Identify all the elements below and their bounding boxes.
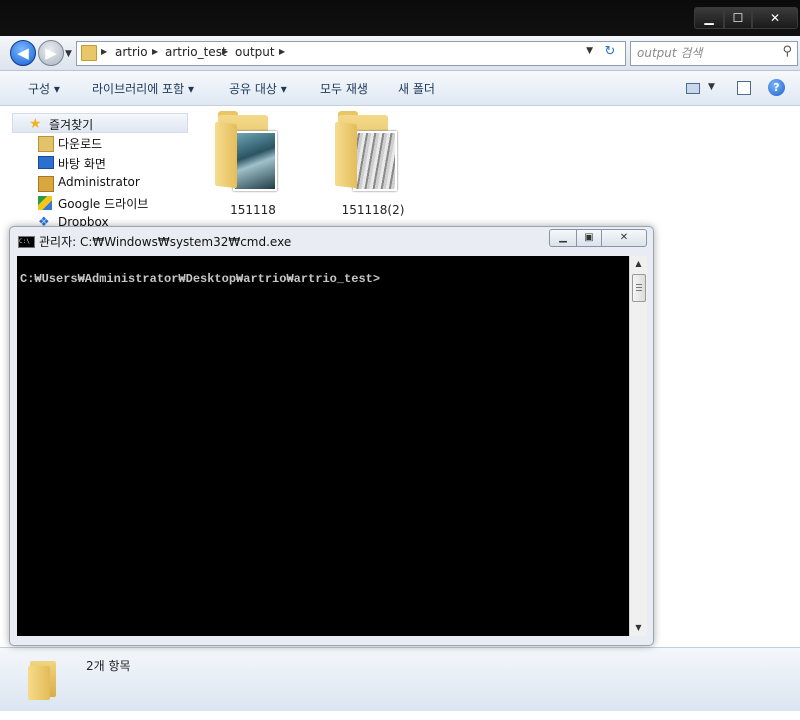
scroll-up-icon[interactable]: ▲ xyxy=(630,256,647,272)
breadcrumb-artrio[interactable]: artrio xyxy=(115,45,148,59)
nav-item-google-drive[interactable]: Google 드라이브 xyxy=(58,195,148,212)
chevron-right-icon[interactable]: ▶ xyxy=(222,47,228,56)
forward-button[interactable]: ▶ xyxy=(38,40,64,66)
breadcrumb-output[interactable]: output xyxy=(235,45,275,59)
folder-name[interactable]: 151118(2) xyxy=(328,203,418,217)
navigation-bar: ◀ ▶ ▼ ▶ artrio ▶ artrio_test ▶ output ▶ … xyxy=(0,36,800,71)
view-options-dropdown-icon[interactable]: ▼ xyxy=(708,82,715,92)
status-bar: 2개 항목 xyxy=(0,647,800,711)
refresh-icon[interactable]: ↻ xyxy=(599,44,621,62)
favorites-label: 즐겨찾기 xyxy=(49,118,94,132)
favorites-header[interactable]: ★ 즐겨찾기 xyxy=(12,113,188,133)
breadcrumb-artrio-test[interactable]: artrio_test xyxy=(165,45,227,59)
cmd-close-button[interactable]: ✕ xyxy=(601,229,647,247)
back-button[interactable]: ◀ xyxy=(10,40,36,66)
folder-name[interactable]: 151118 xyxy=(208,203,298,217)
scroll-down-icon[interactable]: ▼ xyxy=(630,620,647,636)
user-folder-icon xyxy=(38,176,54,192)
help-icon[interactable]: ? xyxy=(768,79,785,96)
chevron-right-icon[interactable]: ▶ xyxy=(279,47,285,56)
folder-thumbnail xyxy=(233,131,277,191)
command-bar: 구성 ▾ 라이브러리에 포함 ▾ 공유 대상 ▾ 모두 재생 새 폴더 ▼ ? xyxy=(0,71,800,106)
cmd-minimize-button[interactable]: ▁ xyxy=(549,229,577,247)
star-icon: ★ xyxy=(29,116,42,132)
folder-item[interactable] xyxy=(335,111,397,191)
minimize-button[interactable]: ▁ xyxy=(694,7,724,29)
google-drive-icon xyxy=(38,196,52,210)
maximize-button[interactable]: ☐ xyxy=(724,7,752,29)
downloads-icon xyxy=(38,136,54,152)
scroll-thumb[interactable] xyxy=(632,274,646,302)
chevron-right-icon[interactable]: ▶ xyxy=(101,47,107,56)
change-view-icon[interactable] xyxy=(686,83,700,94)
play-all-button[interactable]: 모두 재생 xyxy=(320,80,368,97)
folder-icon xyxy=(28,658,58,700)
search-box: ⚲ xyxy=(630,41,798,66)
window-controls: ▁ ☐ ✕ xyxy=(694,7,798,29)
share-with-menu[interactable]: 공유 대상 ▾ xyxy=(229,80,287,97)
include-in-library-menu[interactable]: 라이브러리에 포함 ▾ xyxy=(92,80,194,97)
chevron-right-icon[interactable]: ▶ xyxy=(152,47,158,56)
cmd-maximize-button[interactable]: ▣ xyxy=(576,229,602,247)
nav-item-downloads[interactable]: 다운로드 xyxy=(58,135,102,152)
organize-menu[interactable]: 구성 ▾ xyxy=(28,80,60,97)
address-dropdown-icon[interactable]: ▼ xyxy=(586,46,593,56)
address-bar[interactable]: ▶ artrio ▶ artrio_test ▶ output ▶ ▼ ↻ xyxy=(76,41,626,66)
recent-pages-dropdown-icon[interactable]: ▼ xyxy=(65,49,72,59)
command-prompt: C:₩Users₩Administrator₩Desktop₩artrio₩ar… xyxy=(20,272,381,286)
close-button[interactable]: ✕ xyxy=(752,7,798,29)
folder-icon xyxy=(81,45,97,61)
vertical-scrollbar[interactable]: ▲ ▼ xyxy=(629,256,647,636)
explorer-titlebar[interactable]: ▁ ☐ ✕ xyxy=(0,0,800,36)
desktop-icon xyxy=(38,156,54,169)
nav-item-administrator[interactable]: Administrator xyxy=(58,175,140,189)
folder-thumbnail xyxy=(353,131,397,191)
cmd-window: C:\ 관리자: C:₩Windows₩system32₩cmd.exe ▁ ▣… xyxy=(9,226,654,646)
new-folder-button[interactable]: 새 폴더 xyxy=(398,80,435,97)
console-area[interactable]: C:₩Users₩Administrator₩Desktop₩artrio₩ar… xyxy=(17,256,629,636)
preview-pane-icon[interactable] xyxy=(737,81,751,95)
search-icon[interactable]: ⚲ xyxy=(782,44,792,59)
cmd-window-title: 관리자: C:₩Windows₩system32₩cmd.exe xyxy=(39,235,292,249)
console-icon: C:\ xyxy=(18,236,35,248)
search-input[interactable] xyxy=(637,45,773,61)
nav-item-desktop[interactable]: 바탕 화면 xyxy=(58,155,106,172)
folder-item[interactable] xyxy=(215,111,277,191)
item-count: 2개 항목 xyxy=(86,659,131,673)
cmd-titlebar[interactable]: C:\ 관리자: C:₩Windows₩system32₩cmd.exe ▁ ▣… xyxy=(10,227,653,255)
